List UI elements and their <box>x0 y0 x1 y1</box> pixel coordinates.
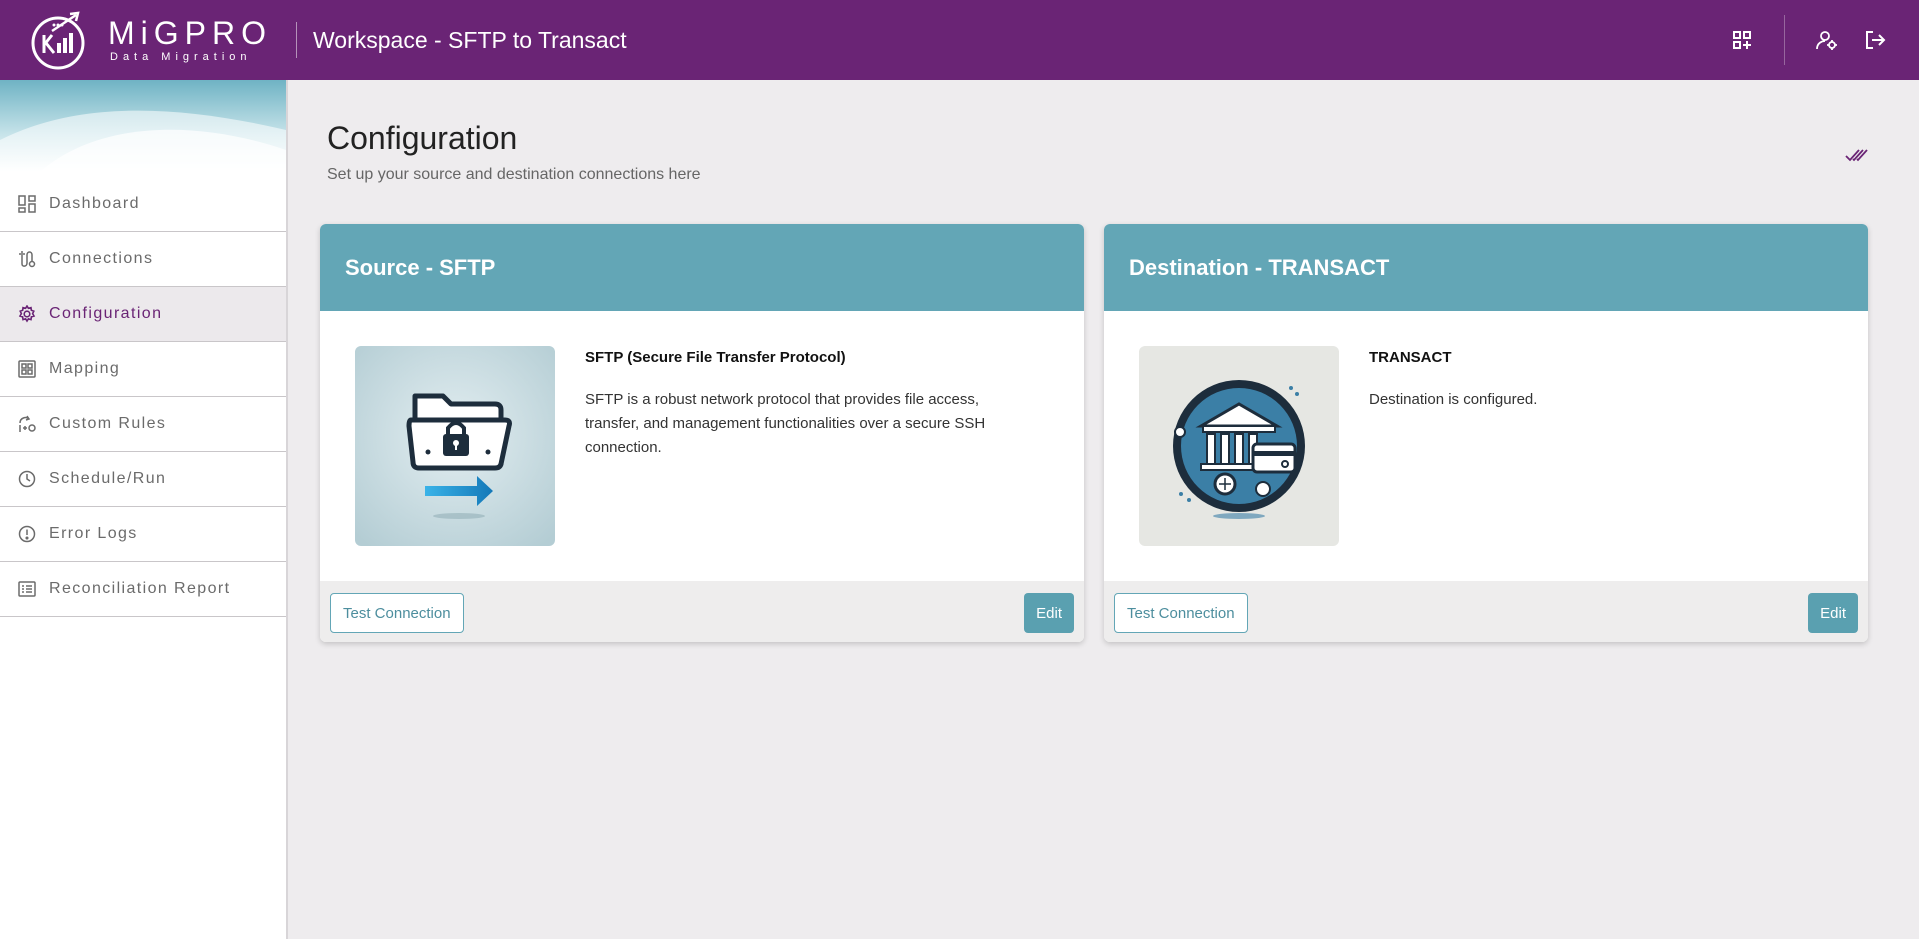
top-header: MiGPRO Data Migration Workspace - SFTP t… <box>0 0 1919 80</box>
card-body: TRANSACT Destination is configured. <box>1104 311 1868 581</box>
migpro-logo-icon <box>31 11 85 70</box>
report-icon <box>17 579 37 599</box>
grid-icon <box>17 359 37 379</box>
double-check-icon[interactable] <box>1845 147 1869 163</box>
source-card: Source - SFTP SFTP (Secure File Transfer… <box>320 224 1084 642</box>
card-info: SFTP (Secure File Transfer Protocol) SFT… <box>585 349 1025 460</box>
sidebar-item-label: Mapping <box>49 360 121 377</box>
logo-name: MiGPRO <box>108 15 272 51</box>
sftp-image <box>355 346 555 546</box>
sidebar-item-mapping[interactable]: Mapping <box>0 342 286 397</box>
sidebar-item-connections[interactable]: Connections <box>0 232 286 287</box>
edit-button[interactable]: Edit <box>1808 593 1858 633</box>
card-header: Source - SFTP <box>320 224 1084 311</box>
info-title: SFTP (Secure File Transfer Protocol) <box>585 349 846 366</box>
header-divider <box>296 22 297 58</box>
clock-icon <box>17 469 37 489</box>
sidebar-item-label: Connections <box>49 250 154 267</box>
workspace-title: Workspace - SFTP to Transact <box>313 26 627 53</box>
sidebar-item-schedule-run[interactable]: Schedule/Run <box>0 452 286 507</box>
info-description: SFTP is a robust network protocol that p… <box>585 391 986 456</box>
page-title: Configuration <box>327 120 518 156</box>
logout-icon[interactable] <box>1863 28 1887 52</box>
card-footer: Test Connection Edit <box>320 581 1084 642</box>
apps-add-icon[interactable] <box>1730 28 1754 52</box>
gear-icon <box>17 304 37 324</box>
edit-button[interactable]: Edit <box>1024 593 1074 633</box>
card-header: Destination - TRANSACT <box>1104 224 1868 311</box>
dashboard-icon <box>17 194 37 214</box>
sidebar-item-reconciliation-report[interactable]: Reconciliation Report <box>0 562 286 617</box>
logo-subtitle: Data Migration <box>110 51 252 63</box>
sidebar-item-custom-rules[interactable]: Custom Rules <box>0 397 286 452</box>
card-body: SFTP (Secure File Transfer Protocol) SFT… <box>320 311 1084 581</box>
sidebar-item-label: Configuration <box>49 305 163 322</box>
sidebar-item-configuration[interactable]: Configuration <box>0 287 286 342</box>
rules-icon <box>17 414 37 434</box>
info-description: Destination is configured. <box>1369 391 1538 408</box>
sidebar-item-error-logs[interactable]: Error Logs <box>0 507 286 562</box>
connections-icon <box>17 249 37 269</box>
destination-card: Destination - TRANSACT TRANSACT Destinat… <box>1104 224 1868 642</box>
sidebar-item-label: Error Logs <box>49 525 138 542</box>
page-subtitle: Set up your source and destination conne… <box>327 166 701 183</box>
user-settings-icon[interactable] <box>1815 28 1839 52</box>
alert-icon <box>17 524 37 544</box>
bank-icon <box>1139 346 1339 546</box>
test-connection-button[interactable]: Test Connection <box>330 593 464 633</box>
sidebar-decoration <box>0 80 286 172</box>
card-title: Source - SFTP <box>345 254 496 280</box>
card-footer: Test Connection Edit <box>1104 581 1868 642</box>
sidebar-item-dashboard[interactable]: Dashboard <box>0 177 286 232</box>
card-info: TRANSACT Destination is configured. <box>1369 349 1809 412</box>
header-actions <box>1730 0 1919 80</box>
sidebar: Dashboard Connections Configuration Mapp… <box>0 80 288 939</box>
secure-folder-icon <box>355 346 555 546</box>
logo-text: MiGPRO Data Migration <box>108 17 272 63</box>
sidebar-item-label: Custom Rules <box>49 415 167 432</box>
test-connection-button[interactable]: Test Connection <box>1114 593 1248 633</box>
card-title: Destination - TRANSACT <box>1129 254 1390 280</box>
transact-image <box>1139 346 1339 546</box>
sidebar-item-label: Schedule/Run <box>49 470 167 487</box>
info-title: TRANSACT <box>1369 349 1452 366</box>
app-logo[interactable]: MiGPRO Data Migration <box>30 0 272 80</box>
sidebar-item-label: Reconciliation Report <box>49 580 231 597</box>
sidebar-item-label: Dashboard <box>49 195 140 212</box>
header-separator <box>1784 15 1785 65</box>
